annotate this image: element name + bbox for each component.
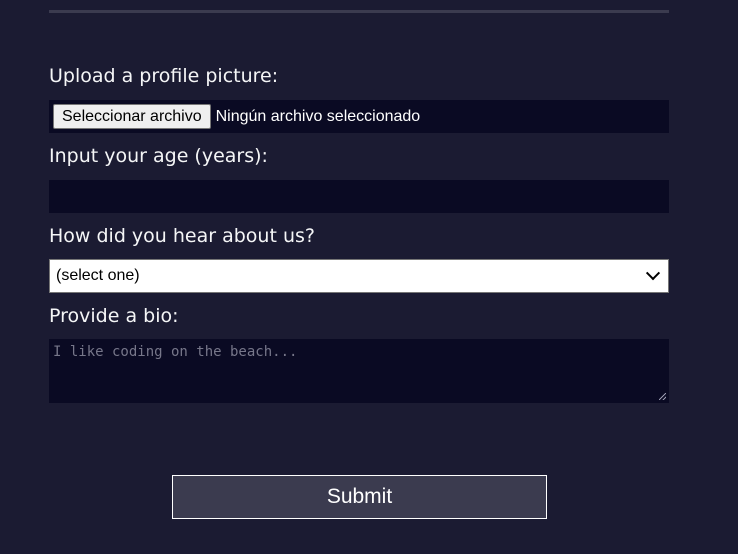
age-label: Input your age (years): (49, 145, 268, 167)
bio-textarea[interactable]: I like coding on the beach... (49, 339, 669, 403)
choose-file-button[interactable]: Seleccionar archivo (53, 104, 211, 129)
profile-picture-input[interactable]: Seleccionar archivo Ningún archivo selec… (49, 100, 669, 133)
chevron-down-icon (645, 266, 661, 281)
referrer-label: How did you hear about us? (49, 225, 315, 247)
age-input[interactable] (49, 180, 669, 213)
submit-button[interactable]: Submit (172, 475, 547, 519)
resize-handle-icon[interactable] (659, 393, 666, 400)
referrer-selected-value: (select one) (56, 267, 140, 284)
bio-placeholder: I like coding on the beach... (53, 344, 298, 360)
upload-label: Upload a profile picture: (49, 65, 279, 87)
section-divider (49, 10, 669, 13)
file-status-text: Ningún archivo seleccionado (215, 107, 421, 125)
referrer-select[interactable]: (select one) (49, 259, 669, 293)
bio-label: Provide a bio: (49, 305, 179, 327)
